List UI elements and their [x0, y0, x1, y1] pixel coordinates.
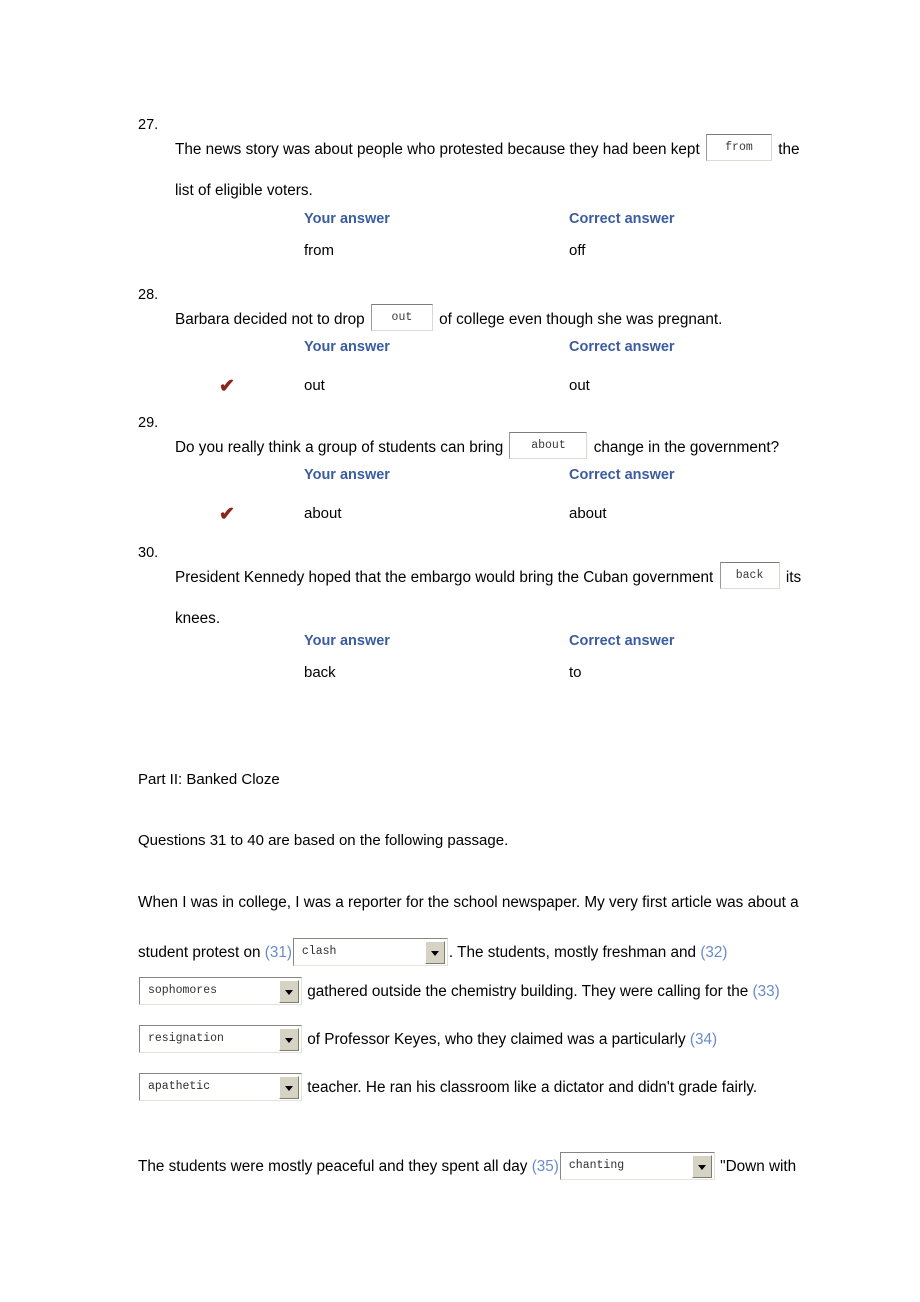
chevron-down-icon[interactable] [691, 1155, 712, 1178]
correct-answer-label-28: Correct answer [569, 339, 675, 355]
dropdown-33[interactable]: resignation [139, 1025, 302, 1053]
dropdown-31-value: clash [301, 945, 337, 958]
answer-input-29[interactable]: about [509, 432, 588, 459]
question-text-before-28: Barbara decided not to drop [175, 311, 365, 328]
question-text-after-27: the [778, 141, 800, 158]
question-text-after-29: change in the government? [593, 439, 780, 456]
correct-answer-label-29: Correct answer [569, 467, 675, 483]
your-answer-label-30: Your answer [304, 633, 390, 649]
question-sentence-27: The news story was about people who prot… [175, 129, 875, 211]
dropdown-32[interactable]: sophomores [139, 977, 302, 1005]
chevron-down-icon[interactable] [279, 980, 299, 1003]
dropdown-35-value: chanting [568, 1159, 625, 1172]
correct-check-icon-28: ✔ [219, 376, 235, 397]
correct-answer-value-27: off [569, 242, 586, 259]
passage-text-6b: "Down with [720, 1158, 797, 1175]
dropdown-34[interactable]: apathetic [139, 1073, 302, 1101]
question-number-29: 29. [138, 415, 159, 431]
dropdown-32-value: sophomores [148, 984, 218, 997]
passage-text-2b: . The students, mostly freshman and [448, 944, 701, 961]
part2-heading: Part II: Banked Cloze [138, 771, 280, 788]
question-text-after-28: of college even though she was pregnant. [439, 311, 723, 328]
correct-answer-value-30: to [569, 664, 582, 681]
answer-input-27[interactable]: from [705, 134, 772, 161]
question-text-after-30: its [785, 569, 802, 586]
your-answer-label-29: Your answer [304, 467, 390, 483]
passage-text-4: of Professor Keyes, who they claimed was… [307, 1031, 690, 1048]
dropdown-31[interactable]: clash [292, 938, 448, 966]
question-number-27: 27. [138, 117, 159, 133]
passage-line-1: When I was in college, I was a reporter … [138, 894, 799, 911]
your-answer-value-27: from [304, 242, 334, 259]
your-answer-value-28: out [304, 377, 325, 394]
part2-instruction: Questions 31 to 40 are based on the foll… [138, 832, 509, 849]
question-text-line2-27: list of eligible voters. [175, 182, 313, 199]
chevron-down-icon[interactable] [424, 941, 445, 964]
question-sentence-28: Barbara decided not to drop out of colle… [175, 299, 875, 340]
chevron-down-icon[interactable] [279, 1076, 299, 1099]
question-text-before-27: The news story was about people who prot… [175, 141, 700, 158]
your-answer-value-30: back [304, 664, 336, 681]
answer-input-30[interactable]: back [719, 562, 780, 589]
passage-line-4: resignation of Professor Keyes, who they… [138, 1025, 898, 1053]
correct-answer-value-28: out [569, 377, 590, 394]
blank-ref-35: (35) [531, 1158, 559, 1175]
blank-ref-32: (32) [700, 944, 728, 961]
correct-check-icon-29: ✔ [219, 504, 235, 525]
blank-ref-33: (33) [752, 983, 780, 1000]
question-sentence-29: Do you really think a group of students … [175, 427, 875, 468]
your-answer-value-29: about [304, 505, 342, 522]
question-text-before-29: Do you really think a group of students … [175, 439, 504, 456]
dropdown-35[interactable]: chanting [559, 1152, 715, 1180]
passage-line-5: apathetic teacher. He ran his classroom … [138, 1073, 898, 1101]
your-answer-label-28: Your answer [304, 339, 390, 355]
question-text-before-30: President Kennedy hoped that the embargo… [175, 569, 714, 586]
exam-results-page: 27. The news story was about people who … [0, 0, 920, 1302]
dropdown-33-value: resignation [148, 1032, 224, 1045]
passage-line-6: The students were mostly peaceful and th… [138, 1152, 898, 1180]
question-number-28: 28. [138, 287, 159, 303]
your-answer-label-27: Your answer [304, 211, 390, 227]
correct-answer-label-27: Correct answer [569, 211, 675, 227]
passage-text-2a: student protest on [138, 944, 265, 961]
passage-text-6a: The students were mostly peaceful and th… [138, 1158, 532, 1175]
passage-line-2: student protest on (31) clash . The studen… [138, 938, 898, 966]
answer-input-28[interactable]: out [370, 304, 433, 331]
blank-ref-34: (34) [689, 1031, 718, 1048]
question-text-line2-30: knees. [175, 610, 221, 627]
passage-line-3: sophomores gathered outside the chemistr… [138, 977, 898, 1005]
chevron-down-icon[interactable] [279, 1028, 299, 1051]
question-sentence-30: President Kennedy hoped that the embargo… [175, 557, 875, 639]
correct-answer-label-30: Correct answer [569, 633, 675, 649]
passage-text-5: teacher. He ran his classroom like a dic… [307, 1079, 758, 1096]
correct-answer-value-29: about [569, 505, 607, 522]
question-number-30: 30. [138, 545, 159, 561]
dropdown-34-value: apathetic [148, 1080, 211, 1093]
blank-ref-31: (31) [264, 944, 292, 961]
passage-text-3: gathered outside the chemistry building.… [307, 983, 753, 1000]
